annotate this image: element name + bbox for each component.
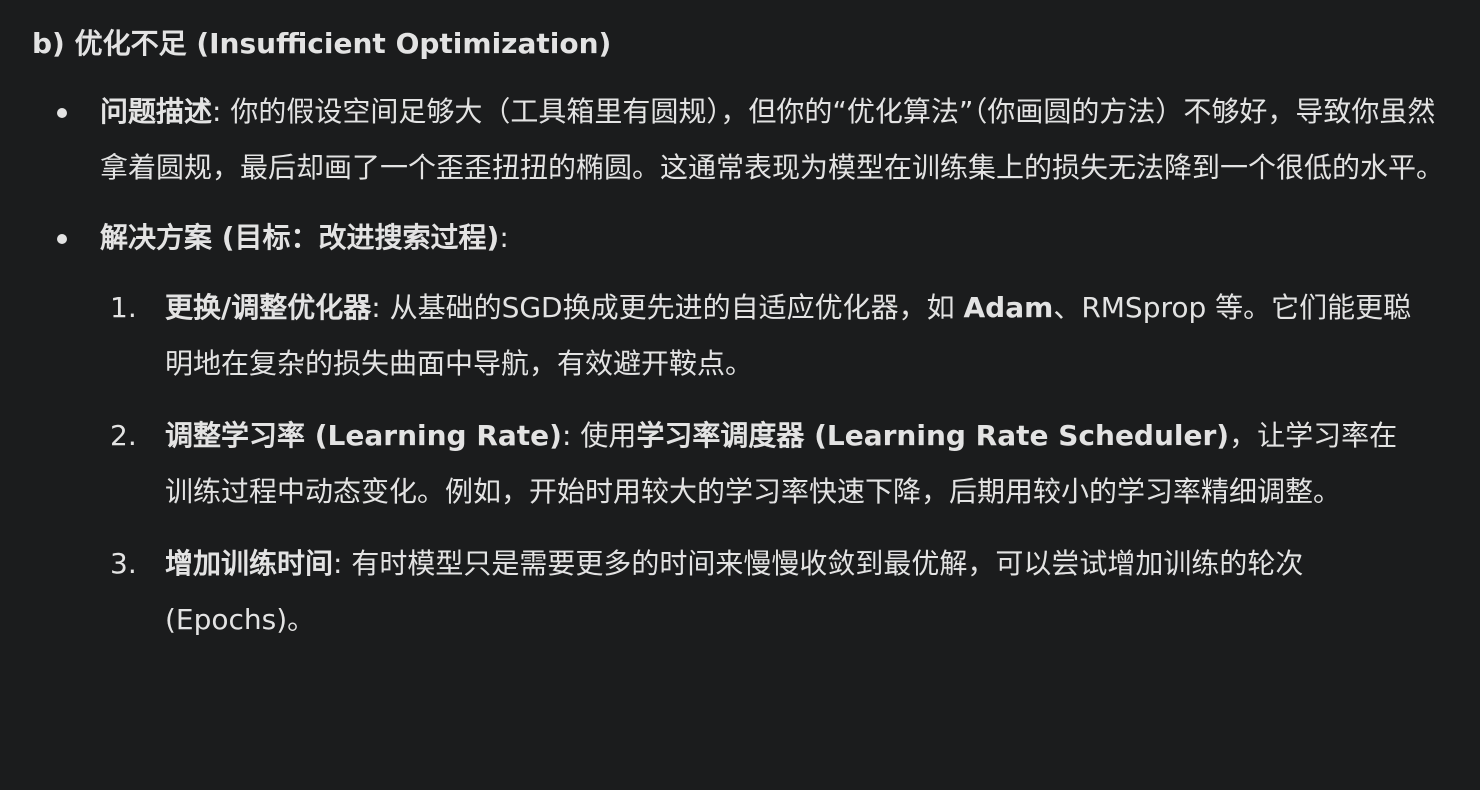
label-separator: : (371, 291, 390, 324)
bullet-dot-icon (57, 234, 67, 244)
step-label: 调整学习率 (Learning Rate) (165, 419, 562, 452)
step-number: 2. (110, 419, 137, 452)
step-text: 从基础的SGD换成更先进的自适应优化器，如 (389, 291, 964, 324)
step-emphasis: Adam (963, 291, 1054, 324)
step-label: 增加训练时间 (165, 547, 334, 580)
bullet-problem-description: 问题描述: 你的假设空间足够大（工具箱里有圆规），但你的“优化算法”（你画圆的方… (0, 84, 1480, 196)
bullet-solution: 解决方案 (目标：改进搜索过程): 1. 更换/调整优化器: 从基础的SGD换成… (0, 210, 1480, 648)
solution-steps-list: 1. 更换/调整优化器: 从基础的SGD换成更先进的自适应优化器，如 Adam、… (100, 280, 1450, 648)
step-label: 更换/调整优化器 (165, 291, 372, 324)
step-item-learning-rate: 2. 调整学习率 (Learning Rate): 使用学习率调度器 (Lear… (0, 408, 1450, 520)
step-text: 使用 (580, 419, 637, 452)
section-heading: b) 优化不足 (Insufficient Optimization) (32, 27, 612, 60)
bullet-list: 问题描述: 你的假设空间足够大（工具箱里有圆规），但你的“优化算法”（你画圆的方… (0, 84, 1480, 648)
step-item-optimizer: 1. 更换/调整优化器: 从基础的SGD换成更先进的自适应优化器，如 Adam、… (0, 280, 1450, 392)
step-number: 3. (110, 547, 137, 580)
step-emphasis: 学习率调度器 (Learning Rate Scheduler) (636, 419, 1230, 452)
step-item-training-time: 3. 增加训练时间: 有时模型只是需要更多的时间来慢慢收敛到最优解，可以尝试增加… (0, 536, 1450, 648)
label-separator: : (561, 419, 581, 452)
bullet-dot-icon (57, 108, 67, 118)
label-separator: : (333, 547, 352, 580)
step-number: 1. (110, 291, 137, 324)
bullet-text: 你的假设空间足够大（工具箱里有圆规），但你的“优化算法”（你画圆的方法）不够好，… (100, 95, 1445, 184)
label-separator: : (499, 221, 509, 254)
response-content: b) 优化不足 (Insufficient Optimization) 问题描述… (0, 0, 1480, 790)
bullet-label: 解决方案 (目标：改进搜索过程) (100, 221, 500, 254)
bullet-label: 问题描述 (100, 95, 213, 128)
label-separator: : (212, 95, 231, 128)
